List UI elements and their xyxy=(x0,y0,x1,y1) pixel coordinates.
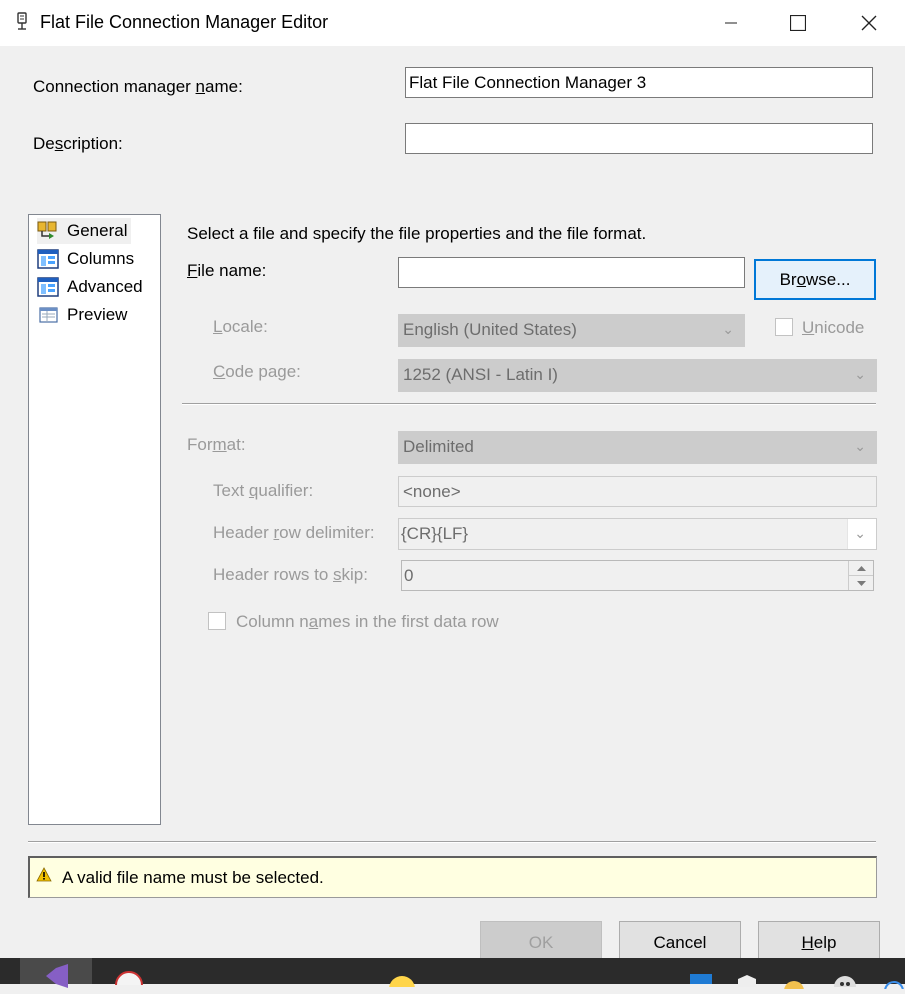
locale-label: Locale: xyxy=(213,317,268,336)
chevron-down-icon: ⌄ xyxy=(722,321,734,337)
visual-studio-icon[interactable] xyxy=(20,958,92,988)
file-name-label: File name: xyxy=(187,261,267,280)
code-page-select[interactable]: 1252 (ANSI - Latin I) ⌄ xyxy=(398,359,877,392)
column-names-label: Column names in the first data row xyxy=(236,612,499,631)
connection-name-input[interactable]: Flat File Connection Manager 3 xyxy=(405,67,873,98)
text-qualifier-label: Text qualifier: xyxy=(213,481,314,500)
app-icon xyxy=(16,12,28,32)
stepper-up-button[interactable] xyxy=(848,561,873,576)
stepper-down-button[interactable] xyxy=(848,576,873,590)
warning-icon xyxy=(36,867,52,887)
sidebar-item-general[interactable]: General xyxy=(37,218,132,244)
caret-up-icon xyxy=(856,565,866,571)
header-rows-skip-label: Header rows to skip: xyxy=(213,565,368,584)
status-message-text: A valid file name must be selected. xyxy=(62,868,324,887)
unicode-checkbox[interactable] xyxy=(775,318,793,336)
advanced-icon xyxy=(37,277,59,297)
window-title: Flat File Connection Manager Editor xyxy=(40,12,329,32)
columns-icon xyxy=(37,249,59,269)
sidebar-item-label: Columns xyxy=(67,249,135,268)
code-page-label: Code page: xyxy=(213,362,301,381)
section-divider xyxy=(182,403,876,405)
header-row-delimiter-label: Header row delimiter: xyxy=(213,523,375,542)
taskbar xyxy=(0,958,905,994)
close-button[interactable] xyxy=(846,0,892,46)
app-icon[interactable] xyxy=(784,974,804,994)
header-row-delimiter-select[interactable]: {CR}{LF} ⌄ xyxy=(398,518,877,550)
sidebar-item-label: Preview xyxy=(67,305,128,324)
chevron-down-icon: ⌄ xyxy=(854,525,866,541)
app-icon[interactable] xyxy=(388,972,416,994)
sidebar-item-preview[interactable]: Preview xyxy=(37,302,127,328)
sidebar-item-label: Advanced xyxy=(67,277,143,296)
shield-icon[interactable] xyxy=(736,972,758,987)
general-icon xyxy=(37,221,59,241)
title-bar: Flat File Connection Manager Editor xyxy=(0,0,905,46)
chevron-down-icon: ⌄ xyxy=(854,366,866,382)
close-icon xyxy=(861,15,877,31)
file-name-input[interactable] xyxy=(398,257,745,288)
description-label: Description: xyxy=(33,134,123,153)
description-input[interactable] xyxy=(405,123,873,154)
browse-button[interactable]: Br o wse... xyxy=(754,259,876,300)
app-icon[interactable] xyxy=(114,970,144,994)
chevron-down-icon: ⌄ xyxy=(854,438,866,454)
app-icon[interactable] xyxy=(690,974,712,984)
text-qualifier-input[interactable]: <none> xyxy=(398,476,877,507)
format-label: Format: xyxy=(187,435,246,454)
minimize-button[interactable] xyxy=(708,0,754,46)
app-icon[interactable] xyxy=(832,972,858,994)
caret-down-icon xyxy=(856,580,866,586)
status-message-bar: A valid file name must be selected. xyxy=(28,856,877,898)
sidebar-item-label: General xyxy=(67,221,128,240)
sidebar-item-columns[interactable]: Columns xyxy=(37,246,134,272)
app-icon[interactable] xyxy=(884,974,904,994)
page-navigation-list: General Columns Advanced Preview xyxy=(28,214,161,825)
format-select[interactable]: Delimited ⌄ xyxy=(398,431,877,464)
preview-icon xyxy=(37,305,59,325)
minimize-icon xyxy=(725,22,737,24)
status-divider xyxy=(28,841,876,843)
locale-select[interactable]: English (United States) ⌄ xyxy=(398,314,745,347)
header-rows-skip-stepper[interactable]: 0 xyxy=(401,560,874,591)
maximize-button[interactable] xyxy=(775,0,821,46)
maximize-icon xyxy=(790,15,806,31)
sidebar-item-advanced[interactable]: Advanced xyxy=(37,274,143,300)
instructions-text: Select a file and specify the file prope… xyxy=(187,224,647,243)
unicode-label: Unicode xyxy=(802,318,865,337)
column-names-checkbox[interactable] xyxy=(208,612,226,630)
connection-name-label: Connection manager name: xyxy=(33,77,243,96)
